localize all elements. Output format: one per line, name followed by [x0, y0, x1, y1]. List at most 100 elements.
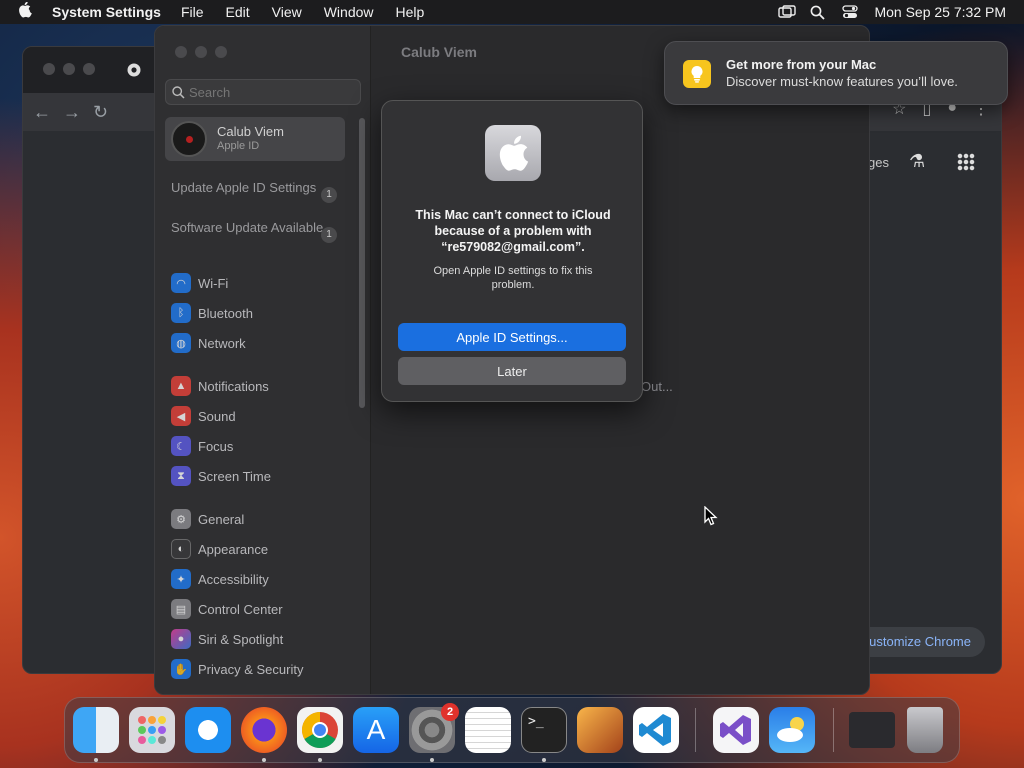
appearance-icon: ◐: [171, 539, 191, 559]
apple-id-settings-button[interactable]: Apple ID Settings...: [398, 323, 626, 351]
account-name: Calub Viem: [217, 124, 284, 139]
settings-search-box[interactable]: [165, 79, 361, 105]
back-arrow-icon[interactable]: ←: [33, 102, 51, 123]
reload-icon[interactable]: ↻: [93, 102, 108, 123]
sidebar-item-wifi[interactable]: ◠ Wi-Fi: [171, 273, 228, 293]
settings-zoom-button[interactable]: [215, 46, 227, 58]
notice-count-badge: 1: [321, 187, 337, 203]
google-apps-grid-icon[interactable]: [957, 153, 975, 171]
sidebar-scrollbar[interactable]: [359, 118, 365, 408]
chrome-partial-images-link[interactable]: ges: [868, 155, 889, 170]
customize-chrome-button[interactable]: ustomize Chrome: [851, 627, 985, 657]
wifi-icon: ◠: [171, 273, 191, 293]
bluetooth-icon: ᛒ: [171, 303, 191, 323]
garageband-icon[interactable]: [577, 707, 623, 753]
search-icon: [172, 85, 185, 99]
sidebar-item-privacy-security[interactable]: ✋ Privacy & Security: [171, 659, 303, 679]
terminal-icon[interactable]: >_: [521, 707, 567, 753]
control-center-icon: ▤: [171, 599, 191, 619]
settings-window-title: Calub Viem: [401, 44, 477, 60]
finder-icon[interactable]: [73, 707, 119, 753]
sidebar-item-focus[interactable]: ☾ Focus: [171, 436, 233, 456]
sidebar-item-label: Bluetooth: [198, 305, 253, 321]
launchpad-icon[interactable]: [129, 707, 175, 753]
apple-id-account-item[interactable]: Calub Viem Apple ID: [165, 117, 345, 161]
forward-arrow-icon[interactable]: →: [63, 102, 81, 123]
settings-close-button[interactable]: [175, 46, 187, 58]
chrome-zoom-button[interactable]: [83, 63, 95, 75]
dialog-message: Open Apple ID settings to fix this probl…: [433, 265, 593, 291]
screenshot-thumbnail[interactable]: [849, 712, 895, 748]
sidebar-item-label: Accessibility: [198, 571, 269, 587]
update-apple-id-settings-item[interactable]: Update Apple ID Settings: [171, 180, 341, 196]
trash-icon[interactable]: [907, 707, 943, 753]
running-indicator: [318, 758, 322, 762]
chrome-tab-favicon-icon[interactable]: [127, 63, 141, 82]
textedit-icon[interactable]: [465, 707, 511, 753]
dock-separator: [695, 708, 696, 752]
menu-view[interactable]: View: [272, 4, 302, 20]
tips-notification[interactable]: Get more from your Mac Discover must-kno…: [664, 41, 1008, 105]
avatar: [171, 121, 207, 157]
sidebar-item-label: Wi-Fi: [198, 275, 229, 291]
screen-mirroring-icon[interactable]: [778, 5, 797, 19]
sidebar-item-label: Siri & Spotlight: [198, 631, 284, 647]
settings-notification-badge: 2: [441, 703, 459, 721]
menu-edit[interactable]: Edit: [226, 4, 250, 20]
sidebar-item-network[interactable]: ◍ Network: [171, 333, 246, 353]
menu-clock[interactable]: Mon Sep 25 7:32 PM: [874, 4, 1006, 20]
later-button[interactable]: Later: [398, 357, 626, 385]
speaker-icon: ◀: [171, 406, 191, 426]
account-subtitle: Apple ID: [217, 140, 260, 152]
sidebar-item-label: General: [198, 511, 245, 527]
apple-logo-icon: [485, 125, 541, 181]
menu-app-name[interactable]: System Settings: [52, 4, 161, 20]
sidebar-item-accessibility[interactable]: ✦ Accessibility: [171, 569, 269, 589]
settings-minimize-button[interactable]: [195, 46, 207, 58]
sidebar-item-siri-spotlight[interactable]: ● Siri & Spotlight: [171, 629, 283, 649]
chrome-icon[interactable]: [297, 707, 343, 753]
search-input[interactable]: [189, 84, 349, 100]
running-indicator: [430, 758, 434, 762]
sidebar-item-label: Control Center: [198, 601, 283, 617]
menu-help[interactable]: Help: [396, 4, 425, 20]
menu-bar: System Settings File Edit View Window He…: [0, 0, 1024, 24]
software-update-available-item[interactable]: Software Update Available: [171, 220, 341, 236]
chrome-minimize-button[interactable]: [63, 63, 75, 75]
settings-sidebar: Calub Viem Apple ID Update Apple ID Sett…: [155, 26, 371, 694]
notice-count-badge: 1: [321, 227, 337, 243]
lightbulb-icon: [683, 60, 711, 88]
hourglass-icon: ⧗: [171, 466, 191, 486]
apple-menu-icon[interactable]: [0, 1, 52, 23]
notification-title: Get more from your Mac: [726, 57, 877, 72]
safari-icon[interactable]: [185, 707, 231, 753]
firefox-icon[interactable]: [241, 707, 287, 753]
menu-file[interactable]: File: [181, 4, 204, 20]
sidebar-item-label: Sound: [198, 408, 236, 424]
globe-icon: ◍: [171, 333, 191, 353]
sidebar-item-control-center[interactable]: ▤ Control Center: [171, 599, 283, 619]
dock-separator: [833, 708, 834, 752]
spotlight-search-icon[interactable]: [810, 5, 826, 20]
sidebar-item-notifications[interactable]: ▲ Notifications: [171, 376, 269, 396]
sidebar-item-sound[interactable]: ◀ Sound: [171, 406, 236, 426]
sidebar-item-appearance[interactable]: ◐ Appearance: [171, 539, 268, 559]
partial-sign-out-text[interactable]: Out...: [641, 379, 673, 394]
visual-studio-icon[interactable]: [713, 707, 759, 753]
control-center-icon[interactable]: [842, 5, 859, 19]
dock: A >_: [64, 697, 960, 763]
sidebar-item-bluetooth[interactable]: ᛒ Bluetooth: [171, 303, 253, 323]
weather-icon[interactable]: [769, 707, 815, 753]
sidebar-item-screen-time[interactable]: ⧗ Screen Time: [171, 466, 271, 486]
app-store-icon[interactable]: A: [353, 707, 399, 753]
dialog-title: This Mac can’t connect to iCloud because…: [415, 208, 611, 254]
sidebar-item-general[interactable]: ⚙ General: [171, 509, 244, 529]
accessibility-icon: ✦: [171, 569, 191, 589]
running-indicator: [94, 758, 98, 762]
gear-icon: ⚙: [171, 509, 191, 529]
sidebar-item-label: Notifications: [198, 378, 269, 394]
menu-window[interactable]: Window: [324, 4, 374, 20]
chrome-close-button[interactable]: [43, 63, 55, 75]
vscode-icon[interactable]: [633, 707, 679, 753]
labs-flask-icon[interactable]: ⚗: [909, 151, 925, 172]
